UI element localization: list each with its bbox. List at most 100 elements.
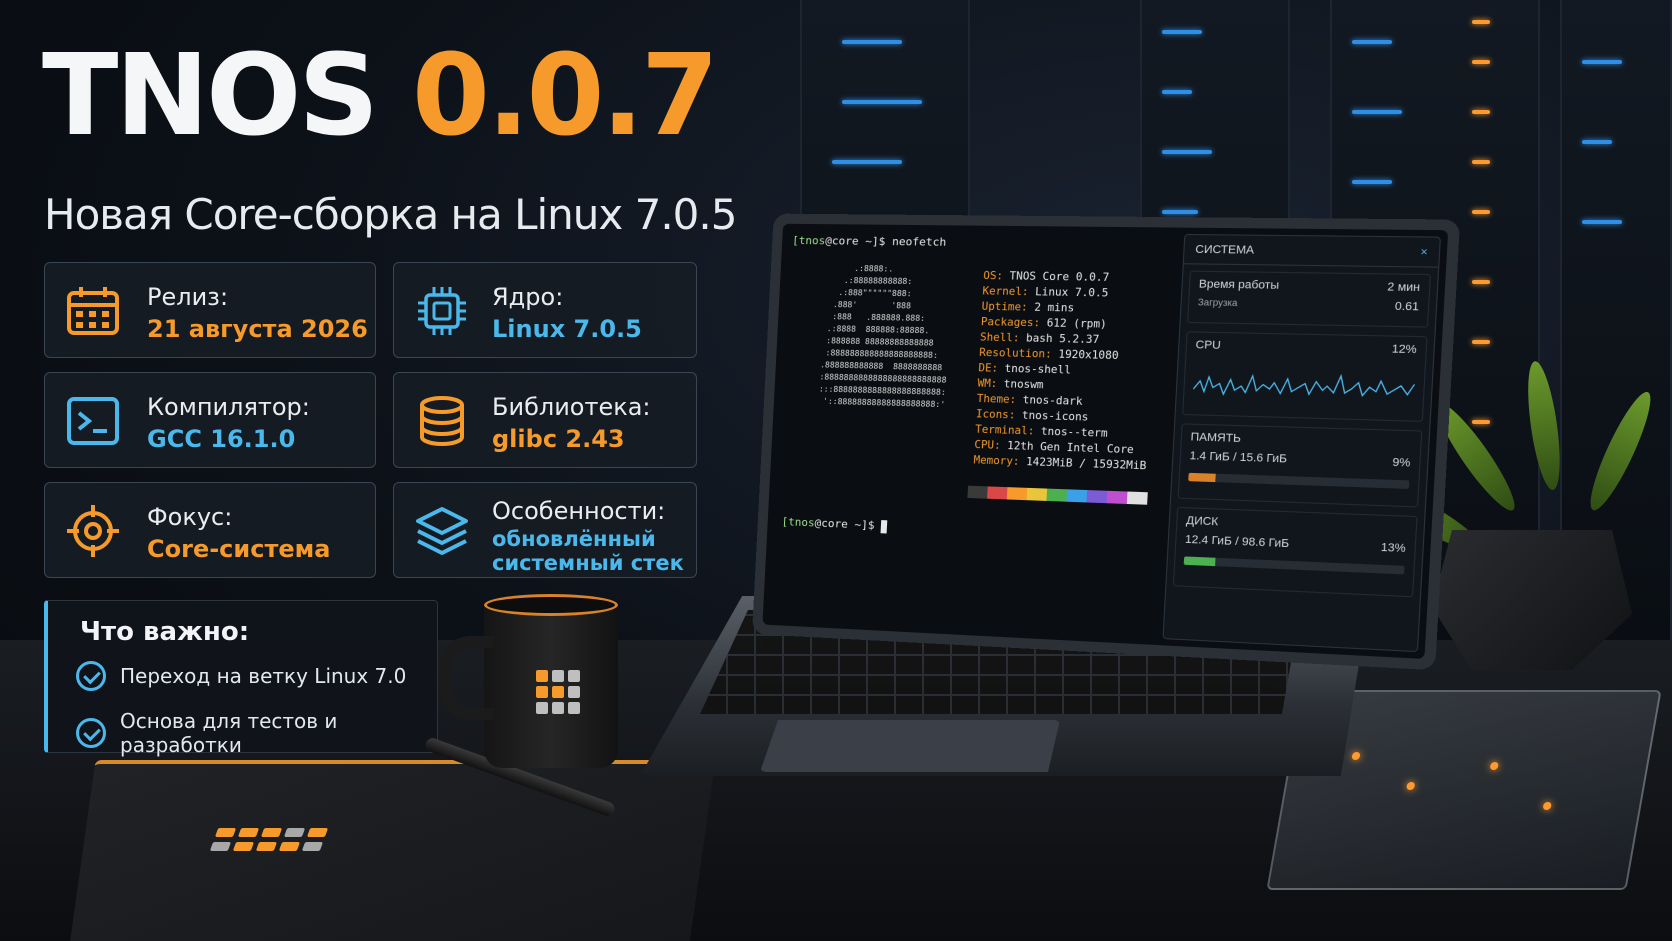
panel-header: СИСТЕМА ×: [1183, 234, 1440, 268]
neofetch-value: tnos-dark: [1022, 393, 1083, 408]
ascii-logo: .:8888:. .:88888888888: .:888""""""888: …: [803, 263, 947, 410]
card-kernel: Ядро: Linux 7.0.5: [393, 262, 697, 358]
prompt-host: @core ~]$: [814, 516, 875, 532]
memory-detail: 1.4 ГиБ / 15.6 ГиБ: [1189, 449, 1288, 466]
cpu-sparkline: [1193, 358, 1416, 406]
crosshair-icon: [67, 505, 119, 557]
neofetch-key: Uptime:: [981, 300, 1029, 314]
list-item: Основа для тестов и разработки: [76, 709, 437, 757]
neofetch-value: 1423MiB / 15932MiB: [1025, 455, 1147, 473]
product-version: 0.0.7: [412, 31, 719, 161]
neofetch-value: tnos-shell: [1004, 362, 1072, 377]
terminal-command: neofetch: [891, 234, 947, 249]
neofetch-key: Memory:: [973, 454, 1020, 468]
palette-swatch: [967, 485, 988, 499]
database-icon: [420, 396, 464, 446]
palette-swatch: [1006, 487, 1028, 501]
neofetch-value: TNOS Core 0.0.7: [1009, 270, 1110, 285]
neofetch-value: bash 5.2.37: [1025, 332, 1100, 347]
palette-swatch: [1106, 490, 1128, 504]
laptop-touchpad: [760, 720, 1060, 772]
card-label: Компилятор:: [147, 393, 310, 421]
prompt-user: [tnos: [791, 233, 826, 248]
important-heading: Что важно:: [80, 617, 250, 647]
terminal-prompt: [tnos@core ~]$: [781, 515, 888, 533]
card-label: Ядро:: [492, 283, 564, 311]
card-release: Релиз: 21 августа 2026: [44, 262, 376, 358]
check-circle-icon: [76, 661, 106, 691]
palette-swatch: [1026, 487, 1048, 501]
card-value-line: системный стек: [492, 551, 684, 575]
terminal-icon: [67, 397, 119, 445]
neofetch-key: WM:: [977, 377, 998, 391]
color-palette: [967, 485, 1148, 505]
card-value: обновлённый системный стек: [492, 527, 684, 575]
neofetch-key: Shell:: [979, 331, 1020, 345]
layers-icon: [416, 507, 468, 555]
disk-value: 13%: [1380, 541, 1406, 556]
list-item-text: Основа для тестов и разработки: [120, 709, 338, 757]
notebook-logo: [209, 828, 329, 851]
list-item-text: Переход на ветку Linux 7.0: [120, 664, 407, 688]
memory-value: 9%: [1392, 456, 1411, 470]
laptop-screen: [tnos@core ~]$ neofetch .:8888:. .:88888…: [752, 213, 1461, 671]
neofetch-key: Resolution:: [978, 346, 1053, 361]
calendar-icon: [67, 287, 119, 335]
card-value: glibc 2.43: [492, 425, 625, 453]
card-library: Библиотека: glibc 2.43: [393, 372, 697, 468]
notebook: [64, 760, 716, 941]
prompt-user: [tnos: [781, 515, 815, 530]
card-label: Релиз:: [147, 283, 229, 311]
terminal-prompt: [tnos@core ~]$ neofetch: [792, 234, 1176, 252]
text-cursor: [880, 519, 888, 533]
neofetch-value: Linux 7.0.5: [1034, 286, 1109, 300]
screen-content: [tnos@core ~]$ neofetch .:8888:. .:88888…: [762, 223, 1449, 659]
neofetch-value: 12th Gen Intel Core: [1006, 439, 1135, 457]
product-name: TNOS: [42, 31, 379, 161]
terminal-window[interactable]: [tnos@core ~]$ neofetch .:8888:. .:88888…: [762, 224, 1186, 646]
neofetch-key: Theme:: [976, 392, 1017, 407]
card-value: GCC 16.1.0: [147, 425, 296, 453]
disk-detail: 12.4 ГиБ / 98.6 ГиБ: [1184, 533, 1290, 551]
page-title: TNOS 0.0.7: [42, 40, 719, 152]
uptime-value: 2 мин: [1387, 280, 1421, 295]
mug: [440, 594, 618, 768]
disk-section: ДИСК 12.4 ГиБ / 98.6 ГиБ 13%: [1172, 506, 1418, 598]
palette-swatch: [1126, 491, 1148, 505]
palette-swatch: [1086, 490, 1108, 504]
card-focus: Фокус: Core-система: [44, 482, 376, 578]
neofetch-key: DE:: [978, 362, 999, 375]
neofetch-key: Terminal:: [974, 423, 1035, 438]
card-label: Фокус:: [147, 503, 233, 531]
memory-bar: [1188, 472, 1410, 489]
load-label: Загрузка: [1197, 296, 1238, 309]
card-label: Библиотека:: [492, 393, 651, 421]
card-value: Linux 7.0.5: [492, 315, 642, 343]
uptime-label: Время работы: [1198, 278, 1280, 292]
cpu-value: 12%: [1391, 342, 1417, 357]
cpu-section: CPU 12%: [1182, 331, 1428, 422]
important-box: Что важно: Переход на ветку Linux 7.0 Ос…: [44, 600, 438, 757]
neofetch-key: CPU:: [974, 438, 1001, 452]
chip-icon: [418, 287, 466, 335]
card-value: 21 августа 2026: [147, 315, 368, 343]
page-subtitle: Новая Core-сборка на Linux 7.0.5: [44, 190, 737, 239]
close-icon[interactable]: ×: [1420, 245, 1428, 258]
neofetch-key: Icons:: [975, 408, 1016, 422]
neofetch-key: OS:: [982, 269, 1004, 283]
card-label: Особенности:: [492, 497, 666, 525]
neofetch-value: tnoswm: [1003, 378, 1044, 392]
card-value: Core-система: [147, 535, 331, 563]
cpu-label: CPU: [1195, 338, 1222, 352]
neofetch-value: tnos--term: [1040, 425, 1108, 440]
disk-label: ДИСК: [1185, 514, 1219, 529]
mug-logo: [536, 670, 580, 714]
load-value: 0.61: [1394, 300, 1420, 314]
prompt-host: @core ~]$: [824, 234, 886, 249]
card-features: Особенности: обновлённый системный стек: [393, 482, 697, 578]
palette-swatch: [987, 486, 1008, 500]
uptime-section: Время работы 2 мин Загрузка 0.61: [1187, 270, 1431, 328]
card-compiler: Компилятор: GCC 16.1.0: [44, 372, 376, 468]
memory-section: ПАМЯТЬ 1.4 ГиБ / 15.6 ГиБ 9%: [1177, 423, 1423, 508]
neofetch-info: OS: TNOS Core 0.0.7 Kernel: Linux 7.0.5 Up…: [973, 269, 1157, 475]
